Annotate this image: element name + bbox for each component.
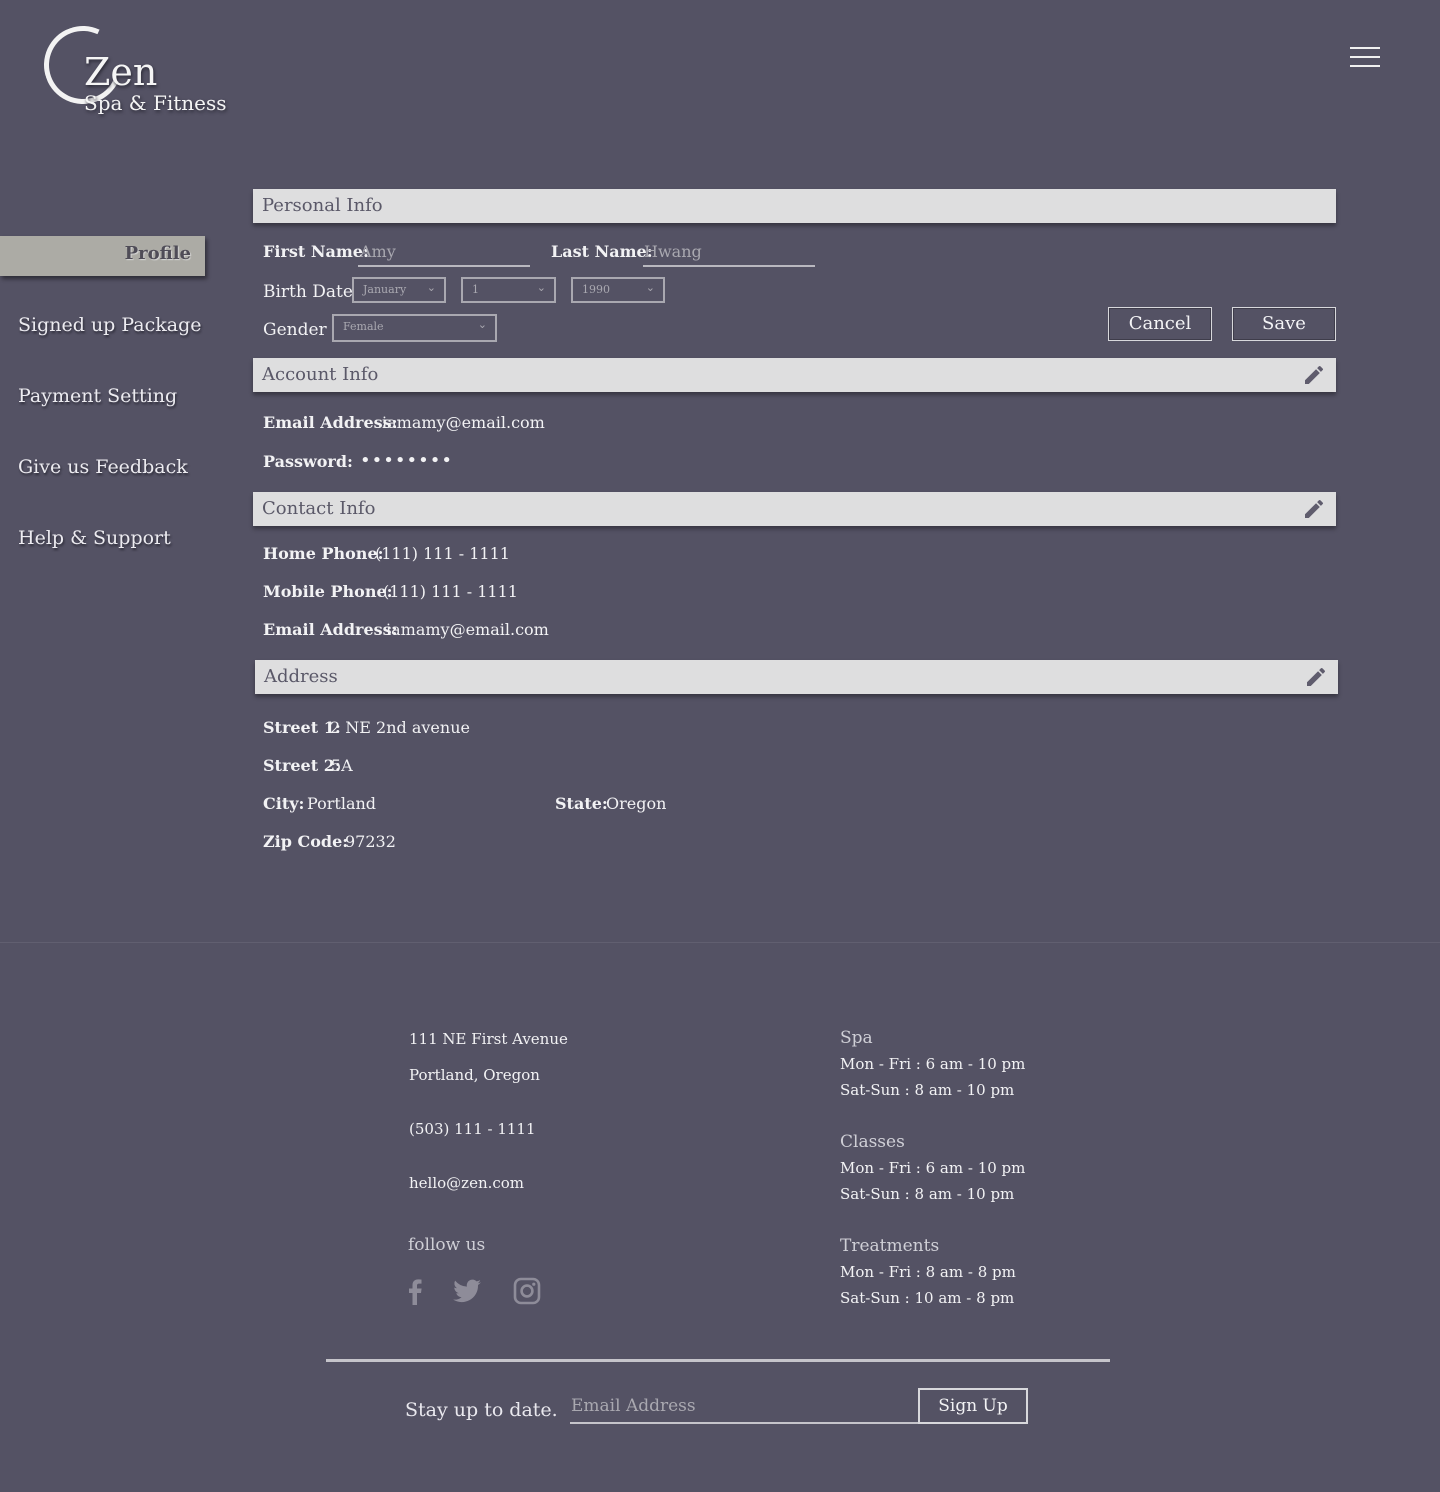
hours-treatments-weekday: Mon - Fri : 8 am - 8 pm	[840, 1263, 1016, 1281]
address-header: Address	[255, 660, 1338, 694]
hours-treatments-title: Treatments	[840, 1236, 940, 1256]
hours-spa-title: Spa	[840, 1028, 873, 1048]
contact-info-header: Contact Info	[253, 492, 1336, 526]
sidebar-item-signed-up-package[interactable]: Signed up Package	[18, 314, 202, 336]
personal-info-header: Personal Info	[253, 189, 1336, 223]
footer-phone[interactable]: (503) 111 - 1111	[409, 1120, 536, 1138]
gender-label: Gender	[263, 320, 327, 340]
newsletter-label: Stay up to date.	[405, 1399, 558, 1421]
last-name-field[interactable]: Hwang	[643, 241, 815, 267]
section-title: Personal Info	[262, 195, 383, 216]
instagram-icon[interactable]	[512, 1276, 542, 1306]
facebook-icon[interactable]	[400, 1276, 430, 1306]
birth-month-value: January	[363, 283, 407, 296]
password-value: ••••••••	[360, 450, 453, 471]
street2-value: 5A	[331, 756, 353, 775]
last-name-value: Hwang	[644, 242, 702, 261]
chevron-down-icon: ⌄	[536, 281, 546, 294]
cancel-button[interactable]: Cancel	[1108, 307, 1212, 341]
contact-email-value: iamamy@email.com	[386, 620, 549, 639]
mobile-phone-value: (111) 111 - 1111	[383, 582, 518, 601]
first-name-label: First Name:	[263, 242, 369, 261]
footer-email[interactable]: hello@zen.com	[409, 1174, 524, 1192]
section-title: Account Info	[262, 364, 379, 385]
birth-date-label: Birth Date	[263, 282, 353, 302]
city-value: Portland	[307, 794, 377, 813]
twitter-icon[interactable]	[452, 1276, 482, 1306]
sidebar-item-feedback[interactable]: Give us Feedback	[18, 456, 188, 478]
chevron-down-icon: ⌄	[645, 281, 655, 294]
save-button[interactable]: Save	[1232, 307, 1336, 341]
footer-street: 111 NE First Avenue	[409, 1030, 568, 1048]
first-name-value: Amy	[360, 242, 396, 261]
chevron-down-icon: ⌄	[477, 318, 487, 331]
newsletter-placeholder: Email Address	[571, 1396, 696, 1416]
password-label: Password:	[263, 452, 353, 471]
birth-year-select[interactable]: 1990 ⌄	[571, 277, 665, 303]
chevron-down-icon: ⌄	[426, 281, 436, 294]
edit-icon[interactable]	[1302, 363, 1326, 387]
sidebar-item-label: Profile	[124, 243, 191, 264]
account-info-header: Account Info	[253, 358, 1336, 392]
hours-spa-weekday: Mon - Fri : 6 am - 10 pm	[840, 1055, 1026, 1073]
street1-value: 2 NE 2nd avenue	[330, 718, 470, 737]
menu-icon[interactable]	[1350, 47, 1380, 67]
logo[interactable]: Zen Spa & Fitness	[33, 15, 230, 120]
hours-spa-weekend: Sat-Sun : 8 am - 10 pm	[840, 1081, 1015, 1099]
hours-classes-title: Classes	[840, 1132, 905, 1152]
zip-label: Zip Code:	[263, 832, 349, 851]
contact-email-label: Email Address:	[263, 620, 398, 639]
logo-name: Zen	[84, 50, 158, 94]
account-email-value: iamamy@email.com	[382, 413, 545, 432]
section-title: Contact Info	[262, 498, 376, 519]
sidebar-item-help-support[interactable]: Help & Support	[18, 527, 171, 549]
birth-year-value: 1990	[582, 283, 610, 296]
state-label: State:	[555, 794, 608, 813]
home-phone-label: Home Phone:	[263, 544, 384, 563]
birth-day-select[interactable]: 1 ⌄	[461, 277, 556, 303]
footer-divider	[0, 942, 1440, 943]
hours-treatments-weekend: Sat-Sun : 10 am - 8 pm	[840, 1289, 1015, 1307]
edit-icon[interactable]	[1302, 497, 1326, 521]
first-name-field[interactable]: Amy	[358, 241, 530, 267]
footer-city: Portland, Oregon	[409, 1066, 540, 1084]
footer-rule	[326, 1359, 1110, 1362]
account-email-label: Email Address:	[263, 413, 398, 432]
zip-value: 97232	[345, 832, 396, 851]
follow-us-label: follow us	[408, 1235, 486, 1255]
sidebar-item-profile[interactable]: Profile	[0, 236, 205, 276]
home-phone-value: (111) 111 - 1111	[375, 544, 510, 563]
state-value: Oregon	[606, 794, 667, 813]
signup-button[interactable]: Sign Up	[918, 1388, 1028, 1424]
last-name-label: Last Name:	[551, 242, 653, 261]
birth-month-select[interactable]: January ⌄	[352, 277, 446, 303]
hours-classes-weekend: Sat-Sun : 8 am - 10 pm	[840, 1185, 1015, 1203]
mobile-phone-label: Mobile Phone:	[263, 582, 393, 601]
edit-icon[interactable]	[1304, 665, 1328, 689]
city-label: City:	[263, 794, 305, 813]
gender-value: Female	[343, 320, 384, 333]
hours-classes-weekday: Mon - Fri : 6 am - 10 pm	[840, 1159, 1026, 1177]
gender-select[interactable]: Female ⌄	[332, 314, 497, 342]
street2-label: Street 2:	[263, 756, 341, 775]
section-title: Address	[264, 666, 338, 687]
sidebar-item-payment-setting[interactable]: Payment Setting	[18, 385, 177, 407]
logo-tagline: Spa & Fitness	[84, 91, 227, 115]
birth-day-value: 1	[472, 283, 479, 296]
newsletter-email-input[interactable]: Email Address	[570, 1394, 918, 1424]
